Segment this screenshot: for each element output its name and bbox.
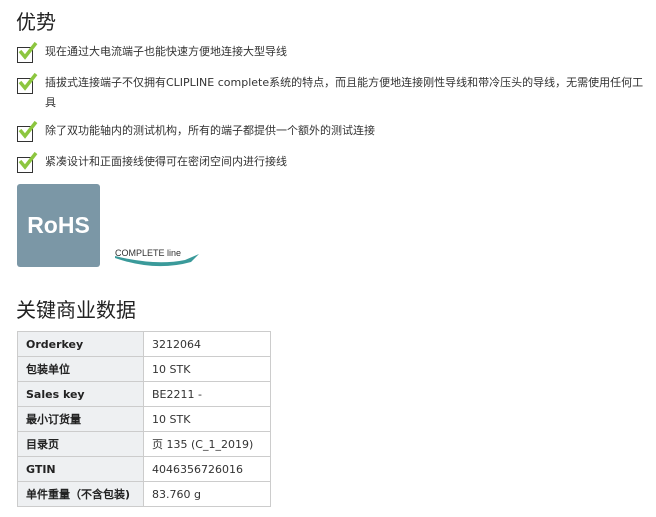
row-value: 4046356726016 xyxy=(143,456,271,482)
table-row: 最小订货量 10 STK xyxy=(17,406,271,432)
table-row: 单件重量（不含包装) 83.760 g xyxy=(17,481,271,507)
table-row: Orderkey 3212064 xyxy=(17,331,271,357)
feature-text: 紧凑设计和正面接线使得可在密闭空间内进行接线 xyxy=(45,155,287,168)
feature-item: 现在通过大电流端子也能快速方便地连接大型导线 xyxy=(17,41,648,63)
feature-item: 紧凑设计和正面接线使得可在密闭空间内进行接线 xyxy=(17,151,648,173)
row-value: BE2211 - xyxy=(143,381,271,407)
checkmark-icon xyxy=(17,41,38,63)
feature-text: 除了双功能轴内的测试机构，所有的端子都提供一个额外的测试连接 xyxy=(45,124,375,137)
row-value: 10 STK xyxy=(143,356,271,382)
complete-line-logo: COMPLETE line xyxy=(115,241,205,269)
row-key: GTIN xyxy=(17,456,144,482)
table-row: 包装单位 10 STK xyxy=(17,356,271,382)
row-value: 页 135 (C_1_2019) xyxy=(143,431,271,457)
checkmark-icon xyxy=(17,151,38,173)
row-key: 单件重量（不含包装) xyxy=(17,481,144,507)
rohs-text: RoHS xyxy=(27,212,90,238)
table-row: Sales key BE2211 - xyxy=(17,381,271,407)
row-key: Orderkey xyxy=(17,331,144,357)
advantages-title: 优势 xyxy=(16,10,56,34)
checkmark-icon xyxy=(17,72,38,94)
checkmark-icon xyxy=(17,120,38,142)
key-data-table: Orderkey 3212064 包装单位 10 STK Sales key BE22… xyxy=(17,331,271,507)
rohs-logo: RoHS xyxy=(17,184,100,267)
row-key: 包装单位 xyxy=(17,356,144,382)
feature-item: 插拔式连接端子不仅拥有CLIPLINE complete系统的特点，而且能方便地… xyxy=(17,72,648,113)
feature-item: 除了双功能轴内的测试机构，所有的端子都提供一个额外的测试连接 xyxy=(17,120,648,142)
key-data-title: 关键商业数据 xyxy=(16,298,136,322)
row-key: 最小订货量 xyxy=(17,406,144,432)
row-value: 3212064 xyxy=(143,331,271,357)
feature-text: 插拔式连接端子不仅拥有CLIPLINE complete系统的特点，而且能方便地… xyxy=(45,76,644,109)
table-row: GTIN 4046356726016 xyxy=(17,456,271,482)
row-key: Sales key xyxy=(17,381,144,407)
table-row: 目录页页 135 (C_1_2019) xyxy=(17,431,271,457)
row-key: 目录页 xyxy=(17,431,144,457)
row-value: 10 STK xyxy=(143,406,271,432)
row-value: 83.760 g xyxy=(143,481,271,507)
feature-text: 现在通过大电流端子也能快速方便地连接大型导线 xyxy=(45,45,287,58)
